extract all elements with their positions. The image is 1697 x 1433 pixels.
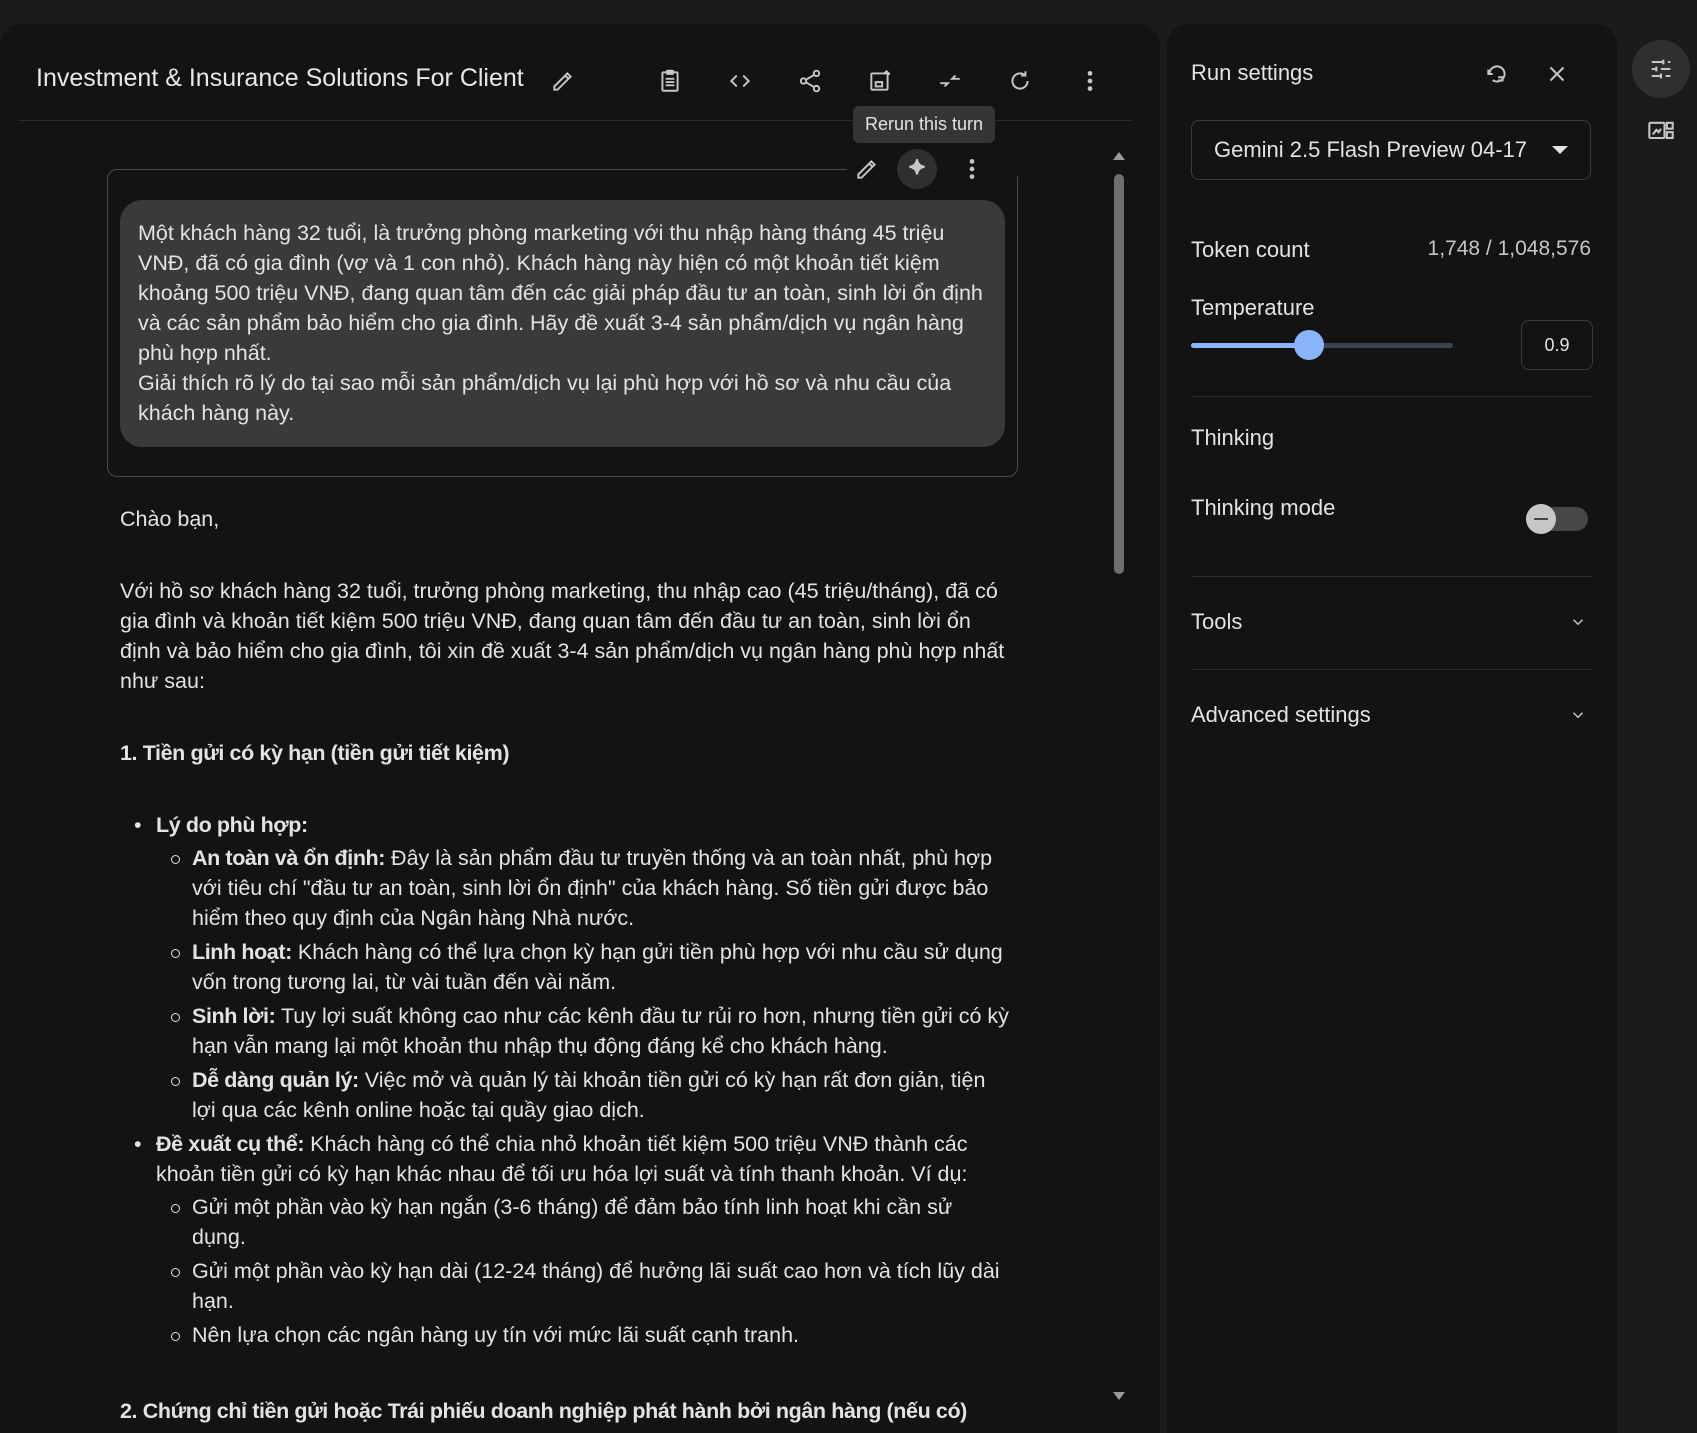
scroll-down-arrow[interactable]	[1112, 1389, 1126, 1403]
scrollbar-thumb[interactable]	[1114, 174, 1124, 574]
sparkle-icon	[909, 159, 925, 175]
intro-paragraph: Với hồ sơ khách hàng 32 tuổi, trưởng phò…	[120, 579, 1005, 693]
list-item: Gửi một phần vào kỳ hạn dài (12-24 tháng…	[171, 1256, 1010, 1316]
temperature-label: Temperature	[1191, 295, 1315, 320]
temperature-slider-fill	[1191, 343, 1309, 348]
edit-title-button[interactable]	[543, 61, 583, 101]
proposal-sublist: Gửi một phần vào kỳ hạn ngắn (3-6 tháng)…	[156, 1192, 1010, 1350]
list-item: Sinh lời: Tuy lợi suất không cao như các…	[171, 1001, 1010, 1061]
tune-icon	[1651, 59, 1671, 79]
reason-sublist: An toàn và ổn định: Đây là sản phẩm đầu …	[156, 843, 1010, 1125]
close-settings-button[interactable]	[1537, 54, 1577, 94]
edit-turn-button[interactable]	[847, 149, 887, 189]
save-button[interactable]	[860, 61, 900, 101]
thinking-heading: Thinking	[1191, 425, 1275, 450]
clipboard-icon	[661, 69, 679, 92]
reason-item-text: Tuy lợi suất không cao như các kênh đầu …	[192, 1004, 1009, 1058]
get-code-button[interactable]	[720, 61, 760, 101]
proposal-label: Đề xuất cụ thể:	[156, 1132, 305, 1156]
pencil-icon	[553, 72, 572, 91]
turn-actions	[847, 149, 1017, 189]
chevron-down-icon	[1572, 619, 1584, 626]
scroll-up-arrow[interactable]	[1112, 149, 1126, 163]
reason-item-label: Sinh lời:	[192, 1004, 276, 1028]
greeting-text: Chào bạn,	[120, 507, 220, 531]
model-select-value: Gemini 2.5 Flash Preview 04-17	[1214, 137, 1528, 162]
user-message-bubble: Một khách hàng 32 tuổi, là trưởng phòng …	[120, 200, 1005, 447]
chevron-down-icon	[1572, 712, 1584, 719]
share-button[interactable]	[790, 61, 830, 101]
clipboard-button[interactable]	[650, 61, 690, 101]
model-response: Chào bạn, Với hồ sơ khách hàng 32 tuổi, …	[120, 504, 1010, 1354]
app-root: Investment & Insurance Solutions For Cli…	[0, 0, 1697, 1433]
chat-panel: Investment & Insurance Solutions For Cli…	[0, 24, 1160, 1433]
rerun-turn-button[interactable]	[897, 149, 937, 189]
tools-label[interactable]: Tools	[1191, 609, 1242, 635]
compare-view-button[interactable]	[1645, 115, 1677, 147]
reason-item-label: An toàn và ổn định:	[192, 846, 386, 870]
more-vert-icon	[969, 159, 975, 179]
reset-settings-button[interactable]	[1477, 54, 1517, 94]
save-icon	[870, 69, 891, 91]
token-count-label: Token count	[1191, 237, 1310, 262]
temperature-slider[interactable]	[1191, 330, 1453, 360]
reason-label: Lý do phù hợp:	[156, 813, 308, 837]
list-item: An toàn và ổn định: Đây là sản phẩm đầu …	[171, 843, 1010, 933]
user-message-text: Một khách hàng 32 tuổi, là trưởng phòng …	[138, 221, 983, 425]
share-icon	[799, 69, 821, 93]
list-item: Dễ dàng quản lý: Việc mở và quản lý tài …	[171, 1065, 1010, 1125]
compare-arrows-icon	[940, 74, 960, 88]
triangle-down-icon	[1113, 1392, 1125, 1400]
temperature-input[interactable]: 0.9	[1521, 320, 1593, 370]
code-icon	[729, 74, 751, 88]
divider	[1191, 396, 1593, 397]
toggle-knob	[1526, 504, 1556, 534]
section-1-list: Lý do phù hợp: An toàn và ổn định: Đây l…	[120, 810, 1010, 1350]
divider	[1191, 576, 1593, 577]
section-heading-2: 2. Chứng chỉ tiền gửi hoặc Trái phiếu do…	[120, 1399, 967, 1423]
tools-expand-button[interactable]	[1569, 613, 1584, 627]
refresh-icon	[1011, 71, 1029, 90]
advanced-settings-expand-button[interactable]	[1569, 706, 1584, 720]
compare-button[interactable]	[930, 61, 970, 101]
list-item: Linh hoạt: Khách hàng có thể lựa chọn kỳ…	[171, 937, 1010, 997]
list-item: Gửi một phần vào kỳ hạn ngắn (3-6 tháng)…	[171, 1192, 1010, 1252]
model-select[interactable]: Gemini 2.5 Flash Preview 04-17	[1191, 120, 1591, 180]
thinking-mode-toggle[interactable]	[1526, 504, 1588, 534]
dropdown-caret-icon	[1552, 146, 1568, 154]
triangle-up-icon	[1113, 152, 1125, 160]
more-options-button[interactable]	[1070, 61, 1110, 101]
reason-item-label: Dễ dàng quản lý:	[192, 1068, 359, 1092]
close-icon	[1549, 66, 1565, 82]
divider	[1191, 669, 1593, 670]
prompt-title: Investment & Insurance Solutions For Cli…	[36, 64, 524, 92]
run-settings-toggle-button[interactable]	[1632, 40, 1690, 98]
list-item: Lý do phù hợp: An toàn và ổn định: Đây l…	[134, 810, 1010, 1125]
list-item: Nên lựa chọn các ngân hàng uy tín với mứ…	[171, 1320, 1010, 1350]
refresh-button[interactable]	[1000, 61, 1040, 101]
reset-icon	[1487, 65, 1506, 83]
section-heading-1: 1. Tiền gửi có kỳ hạn (tiền gửi tiết kiệ…	[120, 741, 510, 765]
reason-item-label: Linh hoạt:	[192, 940, 292, 964]
run-settings-title: Run settings	[1191, 60, 1314, 85]
reason-item-text: Khách hàng có thể lựa chọn kỳ hạn gửi ti…	[192, 940, 1003, 994]
run-settings-panel: Run settings Gemini 2.5 Flash Preview 04…	[1167, 24, 1617, 1433]
rerun-tooltip: Rerun this turn	[853, 106, 996, 143]
pencil-icon	[857, 160, 876, 179]
layout-icon	[1648, 121, 1674, 140]
list-item: Đề xuất cụ thể: Khách hàng có thể chia n…	[134, 1129, 1010, 1350]
temperature-slider-thumb[interactable]	[1293, 330, 1324, 360]
thinking-mode-label: Thinking mode	[1191, 495, 1336, 520]
turn-more-button[interactable]	[952, 149, 992, 189]
more-vert-icon	[1087, 71, 1093, 91]
advanced-settings-label[interactable]: Advanced settings	[1191, 702, 1371, 728]
token-count-value: 1,748 / 1,048,576	[1427, 237, 1591, 260]
